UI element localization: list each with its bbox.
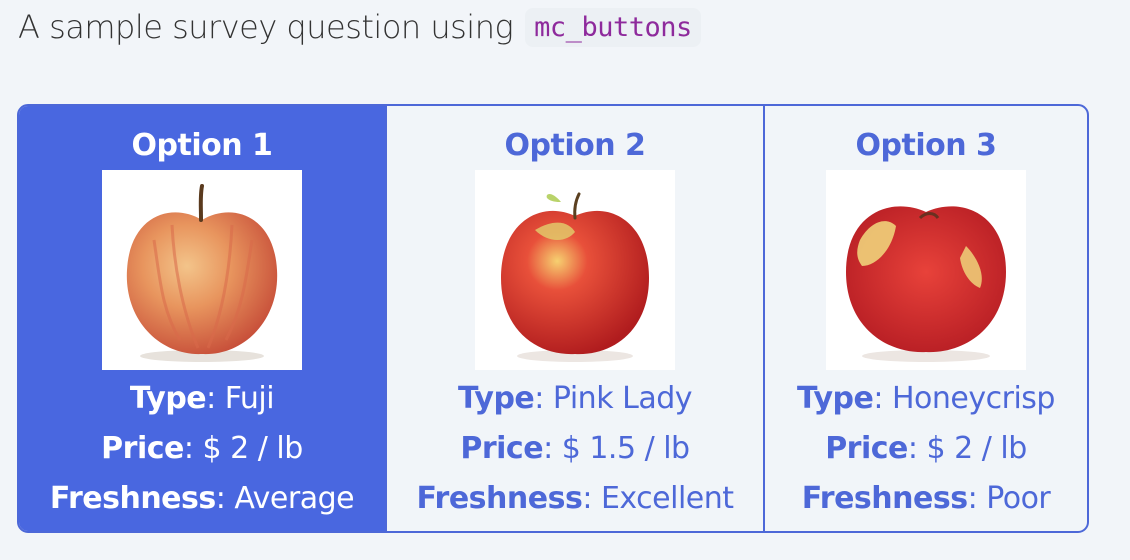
honeycrisp-apple-image — [826, 170, 1026, 370]
option-1-price: Price: $ 2 / lb — [101, 431, 303, 466]
options-button-group: Option 1 Type: Fuji Price: $ 2 / lb Fres… — [17, 104, 1089, 533]
pink-lady-apple-image — [475, 170, 675, 370]
question-text: A sample survey question using — [18, 8, 514, 46]
option-3-title: Option 3 — [855, 128, 997, 163]
option-1-button[interactable]: Option 1 Type: Fuji Price: $ 2 / lb Fres… — [19, 106, 385, 531]
option-1-type: Type: Fuji — [129, 381, 275, 416]
option-2-freshness: Freshness: Excellent — [416, 481, 734, 516]
option-2-price: Price: $ 1.5 / lb — [460, 431, 690, 466]
option-2-attributes: Type: Pink Lady Price: $ 1.5 / lb Freshn… — [416, 374, 734, 524]
option-1-freshness: Freshness: Average — [49, 481, 355, 516]
option-1-title: Option 1 — [131, 128, 273, 163]
fuji-apple-image — [102, 170, 302, 370]
question-code: mc_buttons — [525, 7, 701, 47]
option-2-type: Type: Pink Lady — [457, 381, 693, 416]
option-3-type: Type: Honeycrisp — [797, 381, 1055, 416]
option-3-attributes: Type: Honeycrisp Price: $ 2 / lb Freshne… — [797, 374, 1055, 524]
option-3-freshness: Freshness: Poor — [801, 481, 1051, 516]
question-prompt: A sample survey question using mc_button… — [18, 4, 701, 50]
option-2-button[interactable]: Option 2 Type: Pink Lady Price: $ 1.5 / … — [385, 106, 763, 531]
option-2-title: Option 2 — [504, 128, 646, 163]
option-3-button[interactable]: Option 3 Type: Honeycrisp Price: $ 2 / l… — [763, 106, 1087, 531]
option-1-attributes: Type: Fuji Price: $ 2 / lb Freshness: Av… — [49, 374, 355, 524]
option-3-price: Price: $ 2 / lb — [825, 431, 1027, 466]
